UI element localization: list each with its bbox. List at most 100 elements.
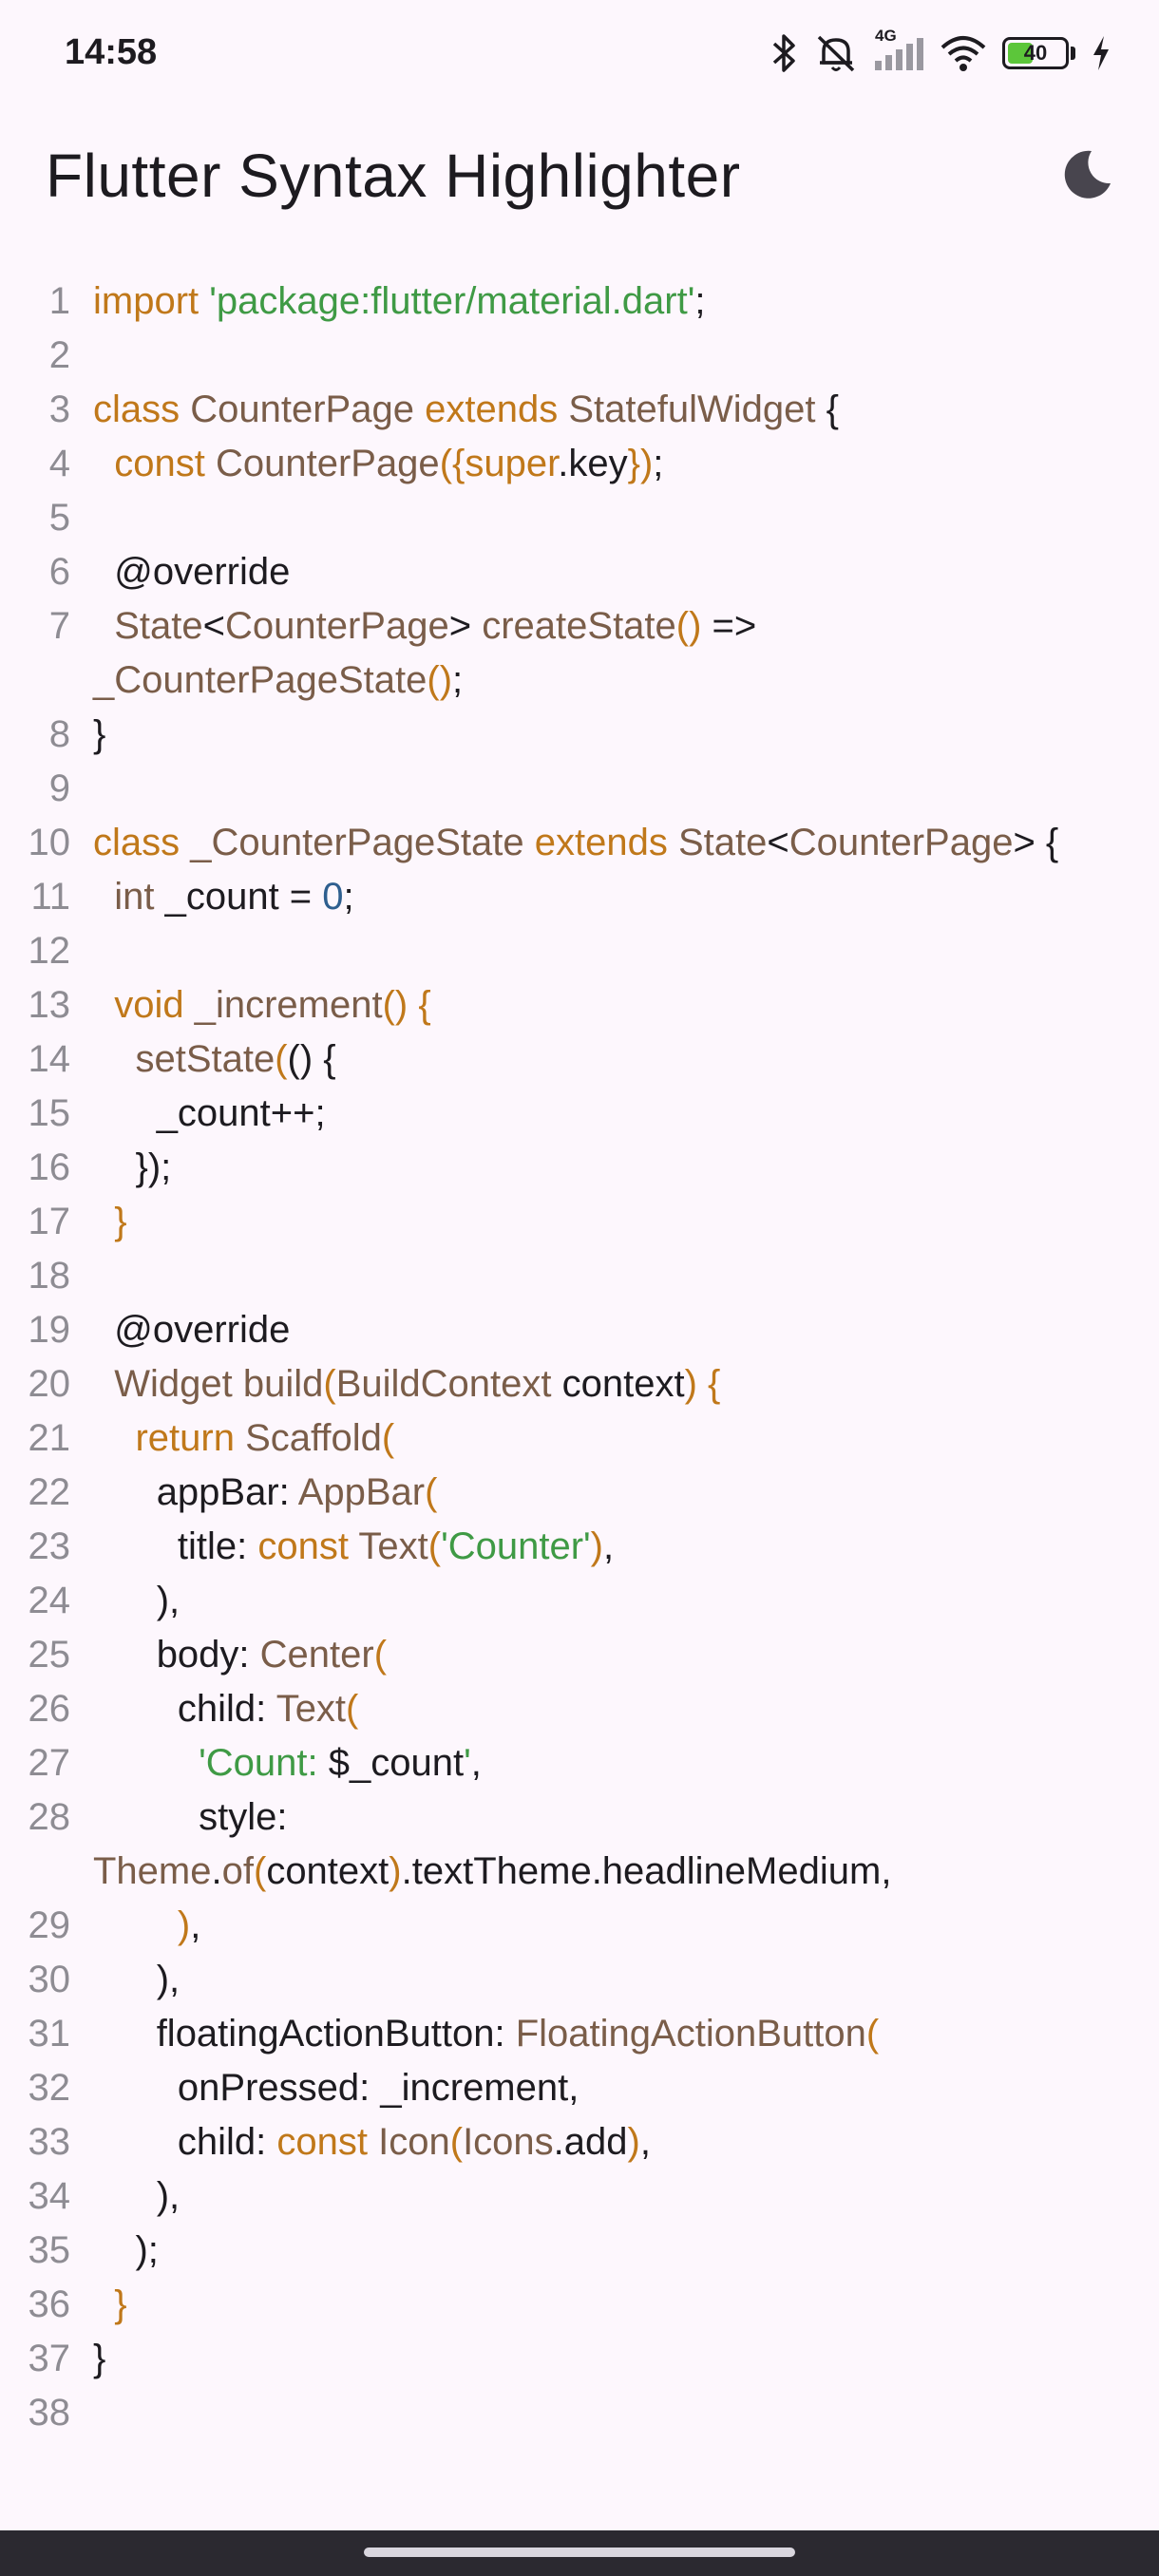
code-token: .textTheme.headlineMedium, — [401, 1850, 892, 1892]
silent-icon — [814, 32, 858, 74]
code-token: CounterPage — [225, 605, 449, 647]
code-token: CounterPage — [788, 822, 1014, 863]
code-text: } — [70, 2278, 1111, 2332]
line-number: 11 — [30, 876, 70, 918]
code-text: child: const Icon(Icons.add), — [70, 2115, 1111, 2169]
code-line-wrapped: Theme.of(context).textTheme.headlineMedi… — [0, 1845, 1159, 1899]
code-token: }) — [627, 443, 654, 484]
code-token: ); — [93, 2229, 159, 2271]
line-number: 3 — [48, 388, 70, 430]
theme-toggle-button[interactable] — [1049, 137, 1125, 213]
code-token: , — [639, 2121, 651, 2163]
line-number: 27 — [28, 1742, 71, 1784]
line-number: 24 — [28, 1580, 71, 1621]
code-token: () — [427, 659, 453, 701]
code-line: 17 } — [0, 1195, 1159, 1249]
code-token: ), — [93, 2175, 180, 2217]
code-token: context — [266, 1850, 390, 1892]
code-token: () — [675, 605, 702, 647]
code-text: @override — [70, 1303, 1111, 1357]
code-token: import — [93, 280, 210, 322]
code-token: > { — [1013, 822, 1059, 863]
code-token: ( — [275, 1038, 288, 1080]
line-number: 2 — [48, 334, 70, 376]
line-number: 23 — [28, 1525, 71, 1567]
code-token: int — [114, 876, 165, 918]
code-text: return Scaffold( — [70, 1411, 1111, 1466]
code-token: .add — [553, 2121, 628, 2163]
code-token: ( — [865, 2013, 880, 2055]
code-token: super — [465, 443, 559, 484]
code-token: ( — [373, 1634, 388, 1676]
code-token: Icon — [378, 2121, 450, 2163]
code-token: extends — [534, 822, 678, 863]
code-token: body: — [93, 1634, 260, 1676]
code-line: 19 @override — [0, 1303, 1159, 1357]
network-type-label: 4G — [875, 27, 897, 45]
code-token: Text — [358, 1525, 428, 1567]
page-title: Flutter Syntax Highlighter — [46, 142, 741, 210]
line-number: 8 — [48, 713, 70, 755]
code-token: Text — [276, 1688, 347, 1730]
code-token: ( — [449, 2121, 464, 2163]
code-line-wrapped: _CounterPageState(); — [0, 653, 1159, 708]
code-text: child: Text( — [70, 1682, 1111, 1736]
code-token: ( — [253, 1850, 267, 1892]
code-token: () { — [382, 984, 431, 1026]
code-text: ), — [70, 2169, 1111, 2224]
code-token: Icons — [463, 2121, 554, 2163]
code-token: floatingActionButton: — [93, 2013, 516, 2055]
line-number: 16 — [28, 1146, 71, 1188]
line-number: 21 — [28, 1417, 71, 1459]
line-number: 37 — [28, 2338, 71, 2379]
bluetooth-icon — [770, 32, 799, 74]
code-token: } — [93, 2338, 106, 2379]
code-token: return — [135, 1417, 246, 1459]
code-text: }); — [70, 1141, 1111, 1195]
code-line: 35 ); — [0, 2224, 1159, 2278]
code-token: @override — [93, 551, 291, 593]
code-token: } — [114, 2283, 127, 2325]
code-line: 32 onPressed: _increment, — [0, 2061, 1159, 2115]
line-number: 26 — [28, 1688, 71, 1730]
code-line: 37} — [0, 2332, 1159, 2386]
home-gesture-handle[interactable] — [364, 2548, 795, 2557]
line-number: 38 — [28, 2392, 71, 2434]
code-token: _increment — [194, 984, 383, 1026]
code-token: _count = — [164, 876, 323, 918]
code-text: setState(() { — [70, 1032, 1111, 1087]
code-line: 10 class _CounterPageState extends State<… — [0, 816, 1159, 870]
code-token: 'Count: — [199, 1742, 329, 1784]
code-token: ; — [343, 876, 354, 918]
wifi-icon — [940, 32, 987, 74]
line-number: 30 — [28, 1959, 71, 2000]
status-icons: 4G 40 — [770, 27, 1112, 76]
code-token: , — [470, 1742, 482, 1784]
code-line: 1 import 'package:flutter/material.dart'; — [0, 275, 1159, 329]
code-token: context — [561, 1363, 685, 1405]
code-line: 33 child: const Icon(Icons.add), — [0, 2115, 1159, 2169]
code-line: 18 — [0, 1249, 1159, 1303]
code-token: child: — [93, 2121, 277, 2163]
code-line: 29 ), — [0, 1899, 1159, 1953]
code-text: _count++; — [70, 1087, 1111, 1141]
code-token: const — [257, 1525, 359, 1567]
code-token: appBar: — [93, 1471, 298, 1513]
code-token: const — [114, 443, 216, 484]
code-token: ), — [93, 1580, 180, 1621]
code-token: createState — [482, 605, 676, 647]
code-token: .key — [558, 443, 628, 484]
code-token: ; — [452, 659, 464, 701]
status-time: 14:58 — [65, 32, 158, 72]
code-text: title: const Text('Counter'), — [70, 1520, 1111, 1574]
code-token: () { — [287, 1038, 336, 1080]
code-token: title: — [93, 1525, 258, 1567]
code-line: 14 setState(() { — [0, 1032, 1159, 1087]
code-token: AppBar — [297, 1471, 426, 1513]
code-token: _count++; — [93, 1092, 326, 1134]
code-token: Theme — [93, 1850, 212, 1892]
